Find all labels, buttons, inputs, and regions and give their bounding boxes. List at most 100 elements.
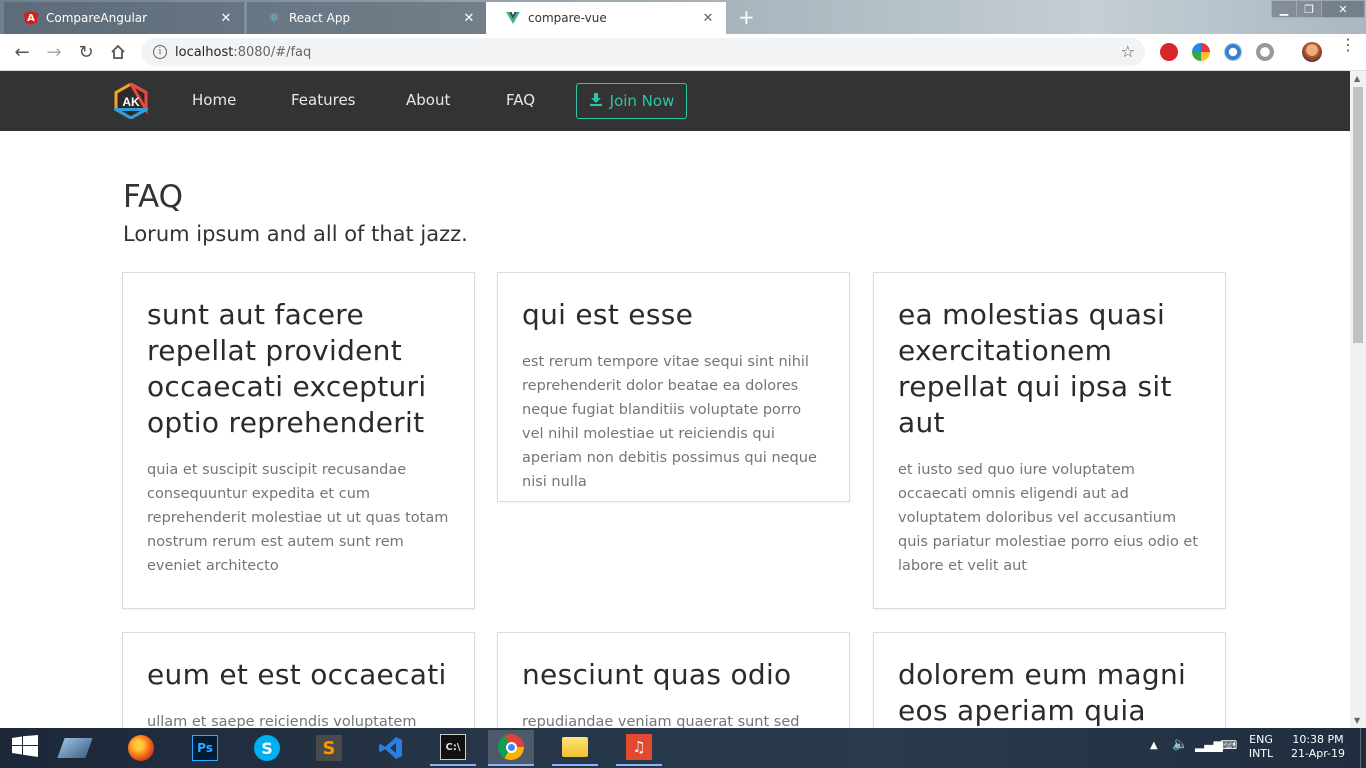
menu-dots-icon[interactable]: ⋮: [1340, 37, 1356, 53]
forward-icon[interactable]: →: [42, 40, 66, 64]
address-bar[interactable]: i localhost:8080/#/faq ☆: [141, 38, 1145, 66]
music-icon: ♫: [626, 734, 652, 760]
tab-compare-vue[interactable]: compare-vue ✕: [486, 2, 726, 34]
faq-card-body: et iusto sed quo iure voluptatem occaeca…: [898, 462, 1199, 574]
taskbar-file-explorer[interactable]: [552, 730, 598, 766]
taskbar-firefox[interactable]: [118, 730, 164, 766]
react-icon: ⚛: [268, 10, 280, 26]
vscode-icon: [378, 735, 404, 761]
page-viewport: AK Home Features About FAQ Join Now FAQ …: [0, 71, 1350, 728]
tab-react-app[interactable]: ⚛ React App ✕: [247, 2, 487, 34]
start-button[interactable]: [2, 730, 48, 766]
network-icon[interactable]: ▂▄▆: [1195, 738, 1223, 752]
taskbar-vscode[interactable]: [368, 730, 414, 766]
faq-card-title: eum et est occaecati: [147, 658, 447, 691]
vue-icon: [506, 11, 520, 25]
close-tab-icon[interactable]: ✕: [218, 11, 234, 26]
faq-card-title: sunt aut facere repellat provident occae…: [147, 298, 427, 439]
extension-blue-icon[interactable]: [1224, 43, 1242, 61]
angular-icon: A: [24, 11, 38, 25]
keyboard-icon[interactable]: ⌨: [1220, 738, 1237, 752]
taskbar-photoshop[interactable]: Ps: [182, 730, 228, 766]
file-explorer-icon: [562, 737, 588, 757]
extension-colorful-icon[interactable]: [1192, 43, 1210, 61]
language-code: ENG: [1249, 733, 1273, 746]
profile-avatar[interactable]: [1302, 42, 1322, 62]
site-logo[interactable]: AK: [110, 79, 152, 120]
bookmark-star-icon[interactable]: ☆: [1121, 42, 1135, 61]
skype-icon: S: [254, 735, 280, 761]
faq-card: ea molestias quasi exercitationem repell…: [873, 272, 1226, 609]
extension-adblock-icon[interactable]: [1160, 43, 1178, 61]
nav-faq[interactable]: FAQ: [506, 91, 535, 109]
info-icon[interactable]: i: [153, 45, 167, 59]
faq-card-body: ullam et saepe reiciendis voluptatem: [147, 714, 417, 728]
site-navbar: AK Home Features About FAQ Join Now: [0, 71, 1350, 131]
nav-features[interactable]: Features: [291, 91, 356, 109]
taskbar-terminal[interactable]: C:\: [430, 730, 476, 766]
taskbar-task-view[interactable]: [52, 730, 98, 766]
windows-taskbar: Ps S S C:\ ♫ ▲ 🔈 ▂▄▆ ⌨ ENG INTL 10:38 PM…: [0, 728, 1366, 768]
nav-home[interactable]: Home: [192, 91, 236, 109]
faq-card-title: ea molestias quasi exercitationem repell…: [898, 298, 1172, 439]
join-now-label: Join Now: [609, 92, 675, 110]
join-now-button[interactable]: Join Now: [576, 83, 687, 119]
extension-grey-icon[interactable]: [1256, 43, 1274, 61]
scroll-up-icon[interactable]: ▲: [1354, 74, 1360, 83]
taskbar-sublime[interactable]: S: [306, 730, 352, 766]
firefox-icon: [128, 735, 154, 761]
taskbar-music[interactable]: ♫: [616, 730, 662, 766]
reload-icon[interactable]: ↻: [74, 40, 98, 64]
tab-title: CompareAngular: [46, 11, 148, 25]
volume-icon[interactable]: 🔈: [1172, 738, 1188, 752]
restore-icon[interactable]: ❐: [1296, 0, 1322, 18]
scrollbar-thumb[interactable]: [1353, 87, 1363, 343]
faq-card: dolorem eum magni eos aperiam quia: [873, 632, 1226, 728]
url-path: :8080/#/faq: [233, 44, 312, 60]
start-icon: [12, 735, 38, 761]
new-tab-icon[interactable]: +: [738, 7, 755, 27]
page-subtitle: Lorum ipsum and all of that jazz.: [123, 222, 468, 246]
clock-time: 10:38 PM: [1292, 733, 1344, 746]
minimize-icon[interactable]: ▁: [1271, 0, 1297, 18]
faq-card-title: dolorem eum magni eos aperiam quia: [898, 658, 1187, 727]
faq-card: qui est esse est rerum tempore vitae seq…: [497, 272, 850, 502]
download-icon: [589, 92, 603, 110]
tab-title: compare-vue: [528, 11, 607, 25]
scroll-down-icon[interactable]: ▼: [1354, 716, 1360, 725]
taskbar-chrome[interactable]: [488, 730, 534, 766]
faq-card: eum et est occaecati ullam et saepe reic…: [122, 632, 475, 728]
photoshop-icon: Ps: [192, 735, 218, 761]
faq-card-title: qui est esse: [522, 298, 694, 331]
faq-card: sunt aut facere repellat provident occae…: [122, 272, 475, 609]
browser-tab-strip: A CompareAngular ✕ ⚛ React App ✕ compare…: [0, 0, 1366, 34]
tab-compare-angular[interactable]: A CompareAngular ✕: [4, 2, 244, 34]
sublime-text-icon: S: [316, 735, 342, 761]
terminal-icon: C:\: [440, 734, 466, 760]
keyboard-layout: INTL: [1248, 747, 1274, 760]
tray-expand-icon[interactable]: ▲: [1150, 739, 1158, 753]
page-scrollbar[interactable]: ▲ ▼: [1350, 71, 1366, 728]
close-tab-icon[interactable]: ✕: [700, 11, 716, 26]
faq-card-title: nesciunt quas odio: [522, 658, 792, 691]
faq-card-body: repudiandae veniam quaerat sunt sed alia…: [522, 714, 800, 728]
window-close-icon[interactable]: ✕: [1321, 0, 1365, 18]
faq-card: nesciunt quas odio repudiandae veniam qu…: [497, 632, 850, 728]
taskbar-skype[interactable]: S: [244, 730, 290, 766]
input-language[interactable]: ENG INTL: [1246, 733, 1276, 761]
nav-about[interactable]: About: [406, 91, 450, 109]
browser-toolbar: ← → ↻ i localhost:8080/#/faq ☆ ⋮: [0, 34, 1366, 71]
show-desktop-button[interactable]: [1360, 728, 1366, 768]
clock-date: 21-Apr-19: [1290, 747, 1346, 760]
page-title: FAQ: [123, 179, 184, 215]
tab-title: React App: [289, 11, 351, 25]
faq-card-body: quia et suscipit suscipit recusandae con…: [147, 462, 449, 574]
clock[interactable]: 10:38 PM 21-Apr-19: [1286, 733, 1350, 761]
home-icon[interactable]: [106, 40, 130, 64]
back-icon[interactable]: ←: [10, 40, 34, 64]
url-host: localhost: [175, 44, 234, 60]
close-tab-icon[interactable]: ✕: [461, 11, 477, 26]
svg-text:AK: AK: [122, 95, 140, 109]
chrome-icon: [498, 734, 524, 760]
task-view-icon: [57, 738, 93, 758]
